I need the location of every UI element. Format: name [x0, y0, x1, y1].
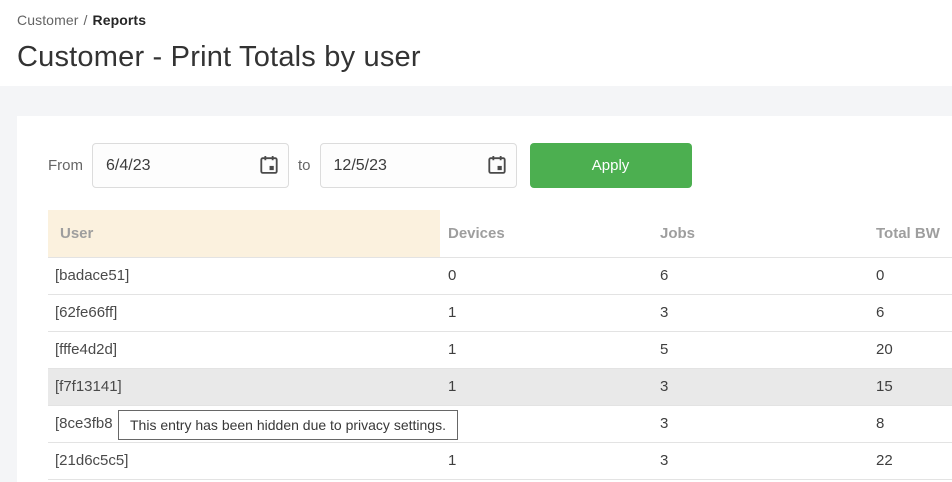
cell-total-bw: 15 [868, 368, 952, 405]
cell-jobs: 3 [652, 442, 868, 479]
from-date-field [92, 143, 289, 188]
cell-devices: 1 [440, 442, 652, 479]
page-title: Customer - Print Totals by user [17, 41, 936, 74]
cell-total-bw: 0 [868, 257, 952, 294]
breadcrumb-reports: Reports [92, 12, 146, 28]
date-filter-bar: From to [48, 143, 952, 188]
table-row[interactable]: [21d6c5c5]1322 [48, 442, 952, 479]
table-header-row: User Devices Jobs Total BW [48, 210, 952, 257]
column-header-user[interactable]: User [48, 210, 440, 257]
cell-devices: 0 [440, 257, 652, 294]
to-date-field [320, 143, 517, 188]
table-row[interactable]: [fffe4d2d]1520 [48, 331, 952, 368]
calendar-icon [258, 154, 280, 176]
cell-devices: 1 [440, 294, 652, 331]
cell-devices [440, 405, 652, 442]
cell-total-bw: 22 [868, 442, 952, 479]
to-calendar-button[interactable] [486, 154, 508, 176]
table-body: [badace51]060[62fe66ff]136[fffe4d2d]1520… [48, 257, 952, 479]
breadcrumb-customer[interactable]: Customer [17, 12, 78, 28]
cell-user: [badace51] [48, 257, 440, 294]
cell-jobs: 3 [652, 405, 868, 442]
cell-jobs: 6 [652, 257, 868, 294]
to-label: to [298, 157, 311, 174]
cell-jobs: 3 [652, 368, 868, 405]
cell-total-bw: 8 [868, 405, 952, 442]
breadcrumb: Customer / Reports [17, 12, 936, 28]
apply-button[interactable]: Apply [530, 143, 692, 188]
calendar-icon [486, 154, 508, 176]
cell-user: [f7f13141] [48, 368, 440, 405]
cell-user: [fffe4d2d] [48, 331, 440, 368]
column-header-devices[interactable]: Devices [440, 210, 652, 257]
table-row[interactable]: [badace51]060 [48, 257, 952, 294]
privacy-tooltip: This entry has been hidden due to privac… [118, 410, 458, 440]
cell-jobs: 3 [652, 294, 868, 331]
page-header: Customer / Reports Customer - Print Totals… [0, 0, 952, 86]
table-row[interactable]: [62fe66ff]136 [48, 294, 952, 331]
cell-total-bw: 20 [868, 331, 952, 368]
cell-user: [21d6c5c5] [48, 442, 440, 479]
column-header-jobs[interactable]: Jobs [652, 210, 868, 257]
column-header-total-bw[interactable]: Total BW [868, 210, 952, 257]
from-label: From [48, 157, 83, 174]
table-row[interactable]: [f7f13141]1315 [48, 368, 952, 405]
cell-jobs: 5 [652, 331, 868, 368]
cell-total-bw: 6 [868, 294, 952, 331]
from-calendar-button[interactable] [258, 154, 280, 176]
cell-user: [62fe66ff] [48, 294, 440, 331]
cell-devices: 1 [440, 331, 652, 368]
cell-devices: 1 [440, 368, 652, 405]
breadcrumb-separator: / [83, 12, 87, 28]
